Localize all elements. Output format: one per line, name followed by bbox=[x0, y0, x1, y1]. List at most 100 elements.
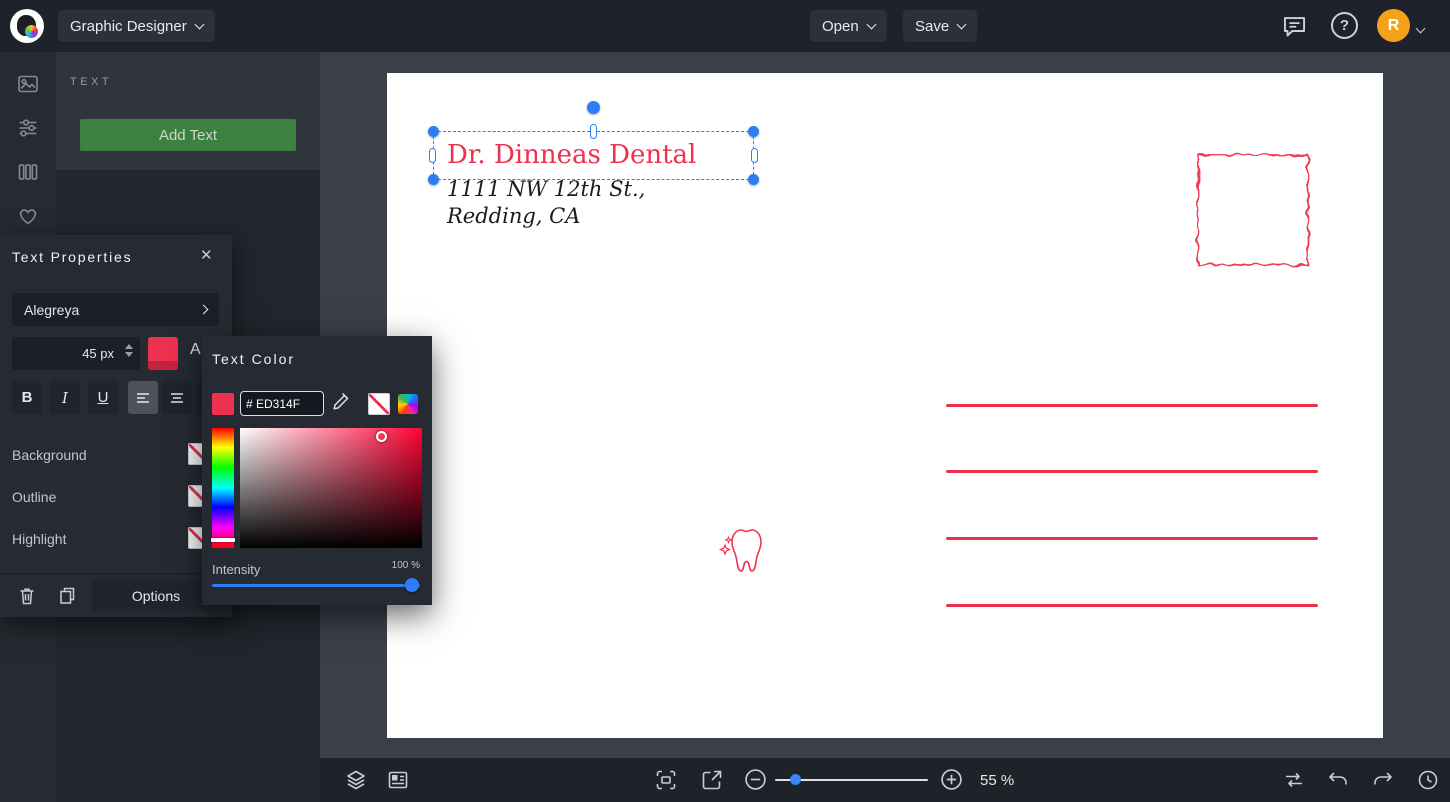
intensity-slider[interactable] bbox=[212, 584, 420, 587]
italic-button[interactable]: I bbox=[50, 381, 80, 414]
chevron-down-icon bbox=[866, 19, 877, 29]
user-avatar[interactable]: R bbox=[1377, 9, 1410, 42]
undo-button[interactable] bbox=[1326, 768, 1350, 792]
templates-button[interactable] bbox=[386, 768, 410, 792]
resize-handle-right[interactable] bbox=[751, 147, 758, 163]
app-menu-button[interactable]: Graphic Designer bbox=[58, 10, 215, 42]
close-button[interactable]: ✕ bbox=[200, 246, 213, 264]
user-menu-chevron[interactable] bbox=[1415, 20, 1426, 35]
layers-button[interactable] bbox=[344, 768, 368, 792]
outline-label: Outline bbox=[12, 489, 57, 505]
resize-handle-left[interactable] bbox=[429, 147, 436, 163]
chevron-down-icon bbox=[956, 19, 967, 29]
resize-handle-top-left[interactable] bbox=[428, 126, 439, 137]
history-clock-icon bbox=[1418, 770, 1438, 790]
sliders-icon bbox=[19, 119, 37, 137]
zoom-slider-handle[interactable] bbox=[790, 774, 801, 785]
text-color-title: Text Color bbox=[212, 351, 296, 367]
hue-slider[interactable] bbox=[211, 428, 235, 548]
color-picker-handle[interactable] bbox=[376, 431, 387, 442]
eyedropper-button[interactable] bbox=[330, 391, 350, 411]
trash-icon bbox=[20, 588, 34, 605]
font-size-input[interactable]: 45 px bbox=[12, 337, 140, 370]
help-button[interactable]: ? bbox=[1331, 12, 1358, 39]
text-selection-box[interactable] bbox=[428, 101, 759, 185]
history-button[interactable] bbox=[1416, 768, 1440, 792]
writing-line-1[interactable] bbox=[946, 404, 1318, 407]
zoom-in-button[interactable] bbox=[940, 768, 963, 791]
text-section: TEXT Add Text bbox=[56, 52, 320, 170]
tooth-graphic-element[interactable] bbox=[718, 525, 766, 577]
open-label: Open bbox=[822, 17, 859, 35]
properties-footer: Options bbox=[0, 573, 232, 617]
save-button[interactable]: Save bbox=[903, 10, 978, 42]
canvas-address-text[interactable]: 1111 NW 12th St., Redding, CA bbox=[447, 176, 645, 229]
saturation-brightness-area[interactable] bbox=[240, 428, 422, 548]
comment-icon bbox=[1283, 17, 1306, 37]
adjust-tool-button[interactable] bbox=[16, 116, 40, 140]
rotate-handle[interactable] bbox=[586, 101, 600, 114]
hex-color-input[interactable] bbox=[240, 391, 324, 416]
loop-button[interactable] bbox=[1282, 768, 1306, 792]
favorites-tool-button[interactable] bbox=[16, 204, 40, 228]
options-button[interactable]: Options bbox=[92, 580, 220, 611]
text-color-swatch-button[interactable] bbox=[148, 337, 178, 370]
decrease-icon[interactable] bbox=[125, 352, 133, 357]
workspace: Dr. Dinneas Dental 1111 NW 12th St., Red… bbox=[320, 52, 1450, 758]
underline-button[interactable]: U bbox=[88, 381, 118, 414]
fit-to-screen-button[interactable] bbox=[654, 768, 678, 792]
font-family-select[interactable]: Alegreya bbox=[12, 293, 219, 326]
chevron-down-icon bbox=[194, 19, 205, 29]
duplicate-button[interactable] bbox=[50, 580, 84, 611]
sparkle-icon bbox=[718, 543, 732, 556]
chevron-down-icon bbox=[1415, 23, 1426, 34]
redo-icon bbox=[1374, 772, 1392, 785]
stamp-frame-element[interactable] bbox=[1188, 145, 1318, 275]
font-size-steppers[interactable] bbox=[125, 344, 133, 357]
dropdown-arrow-icon bbox=[159, 364, 167, 368]
app-logo bbox=[10, 9, 44, 43]
redo-button[interactable] bbox=[1371, 768, 1395, 792]
increase-icon[interactable] bbox=[125, 344, 133, 349]
comments-button[interactable] bbox=[1281, 13, 1308, 40]
zoom-out-button[interactable] bbox=[744, 768, 767, 791]
columns-icon bbox=[18, 164, 38, 180]
add-text-button[interactable]: Add Text bbox=[80, 119, 296, 151]
align-left-icon bbox=[137, 392, 149, 403]
open-button[interactable]: Open bbox=[810, 10, 887, 42]
background-label: Background bbox=[12, 447, 87, 463]
top-bar: Graphic Designer Open Save ? R bbox=[0, 0, 1450, 52]
resize-handle-top-right[interactable] bbox=[748, 126, 759, 137]
hue-slider-handle[interactable] bbox=[211, 538, 235, 542]
resize-handle-bottom-left[interactable] bbox=[428, 174, 439, 185]
no-color-swatch[interactable] bbox=[368, 393, 390, 415]
resize-handle-bottom-right[interactable] bbox=[748, 174, 759, 185]
layout-tool-button[interactable] bbox=[16, 160, 40, 184]
writing-line-2[interactable] bbox=[946, 470, 1318, 473]
delete-button[interactable] bbox=[10, 580, 44, 611]
minus-circle-icon bbox=[745, 769, 766, 790]
intensity-slider-handle[interactable] bbox=[405, 578, 419, 592]
sparkle-small-icon bbox=[724, 535, 733, 544]
export-button[interactable] bbox=[700, 768, 724, 792]
writing-line-4[interactable] bbox=[946, 604, 1318, 607]
current-color-swatch[interactable] bbox=[212, 393, 234, 415]
top-handle[interactable] bbox=[589, 124, 597, 139]
highlight-label: Highlight bbox=[12, 531, 67, 547]
eyedropper-icon bbox=[333, 392, 349, 410]
tooth-icon bbox=[731, 529, 762, 572]
letter-spacing-control[interactable]: A bbox=[190, 341, 201, 359]
writing-line-3[interactable] bbox=[946, 537, 1318, 540]
font-size-value: 45 px bbox=[82, 346, 114, 361]
help-icon: ? bbox=[1339, 17, 1350, 34]
align-left-button[interactable] bbox=[128, 381, 158, 414]
align-center-button[interactable] bbox=[162, 381, 192, 414]
bold-button[interactable]: B bbox=[12, 381, 42, 414]
gradient-color-swatch[interactable] bbox=[398, 394, 418, 414]
text-properties-title: Text Properties bbox=[12, 249, 133, 265]
repeat-icon bbox=[1286, 772, 1302, 788]
intensity-value: 100 % bbox=[391, 560, 420, 571]
avatar-initial: R bbox=[1387, 16, 1400, 34]
design-canvas[interactable]: Dr. Dinneas Dental 1111 NW 12th St., Red… bbox=[387, 73, 1383, 738]
images-tool-button[interactable] bbox=[16, 72, 40, 96]
